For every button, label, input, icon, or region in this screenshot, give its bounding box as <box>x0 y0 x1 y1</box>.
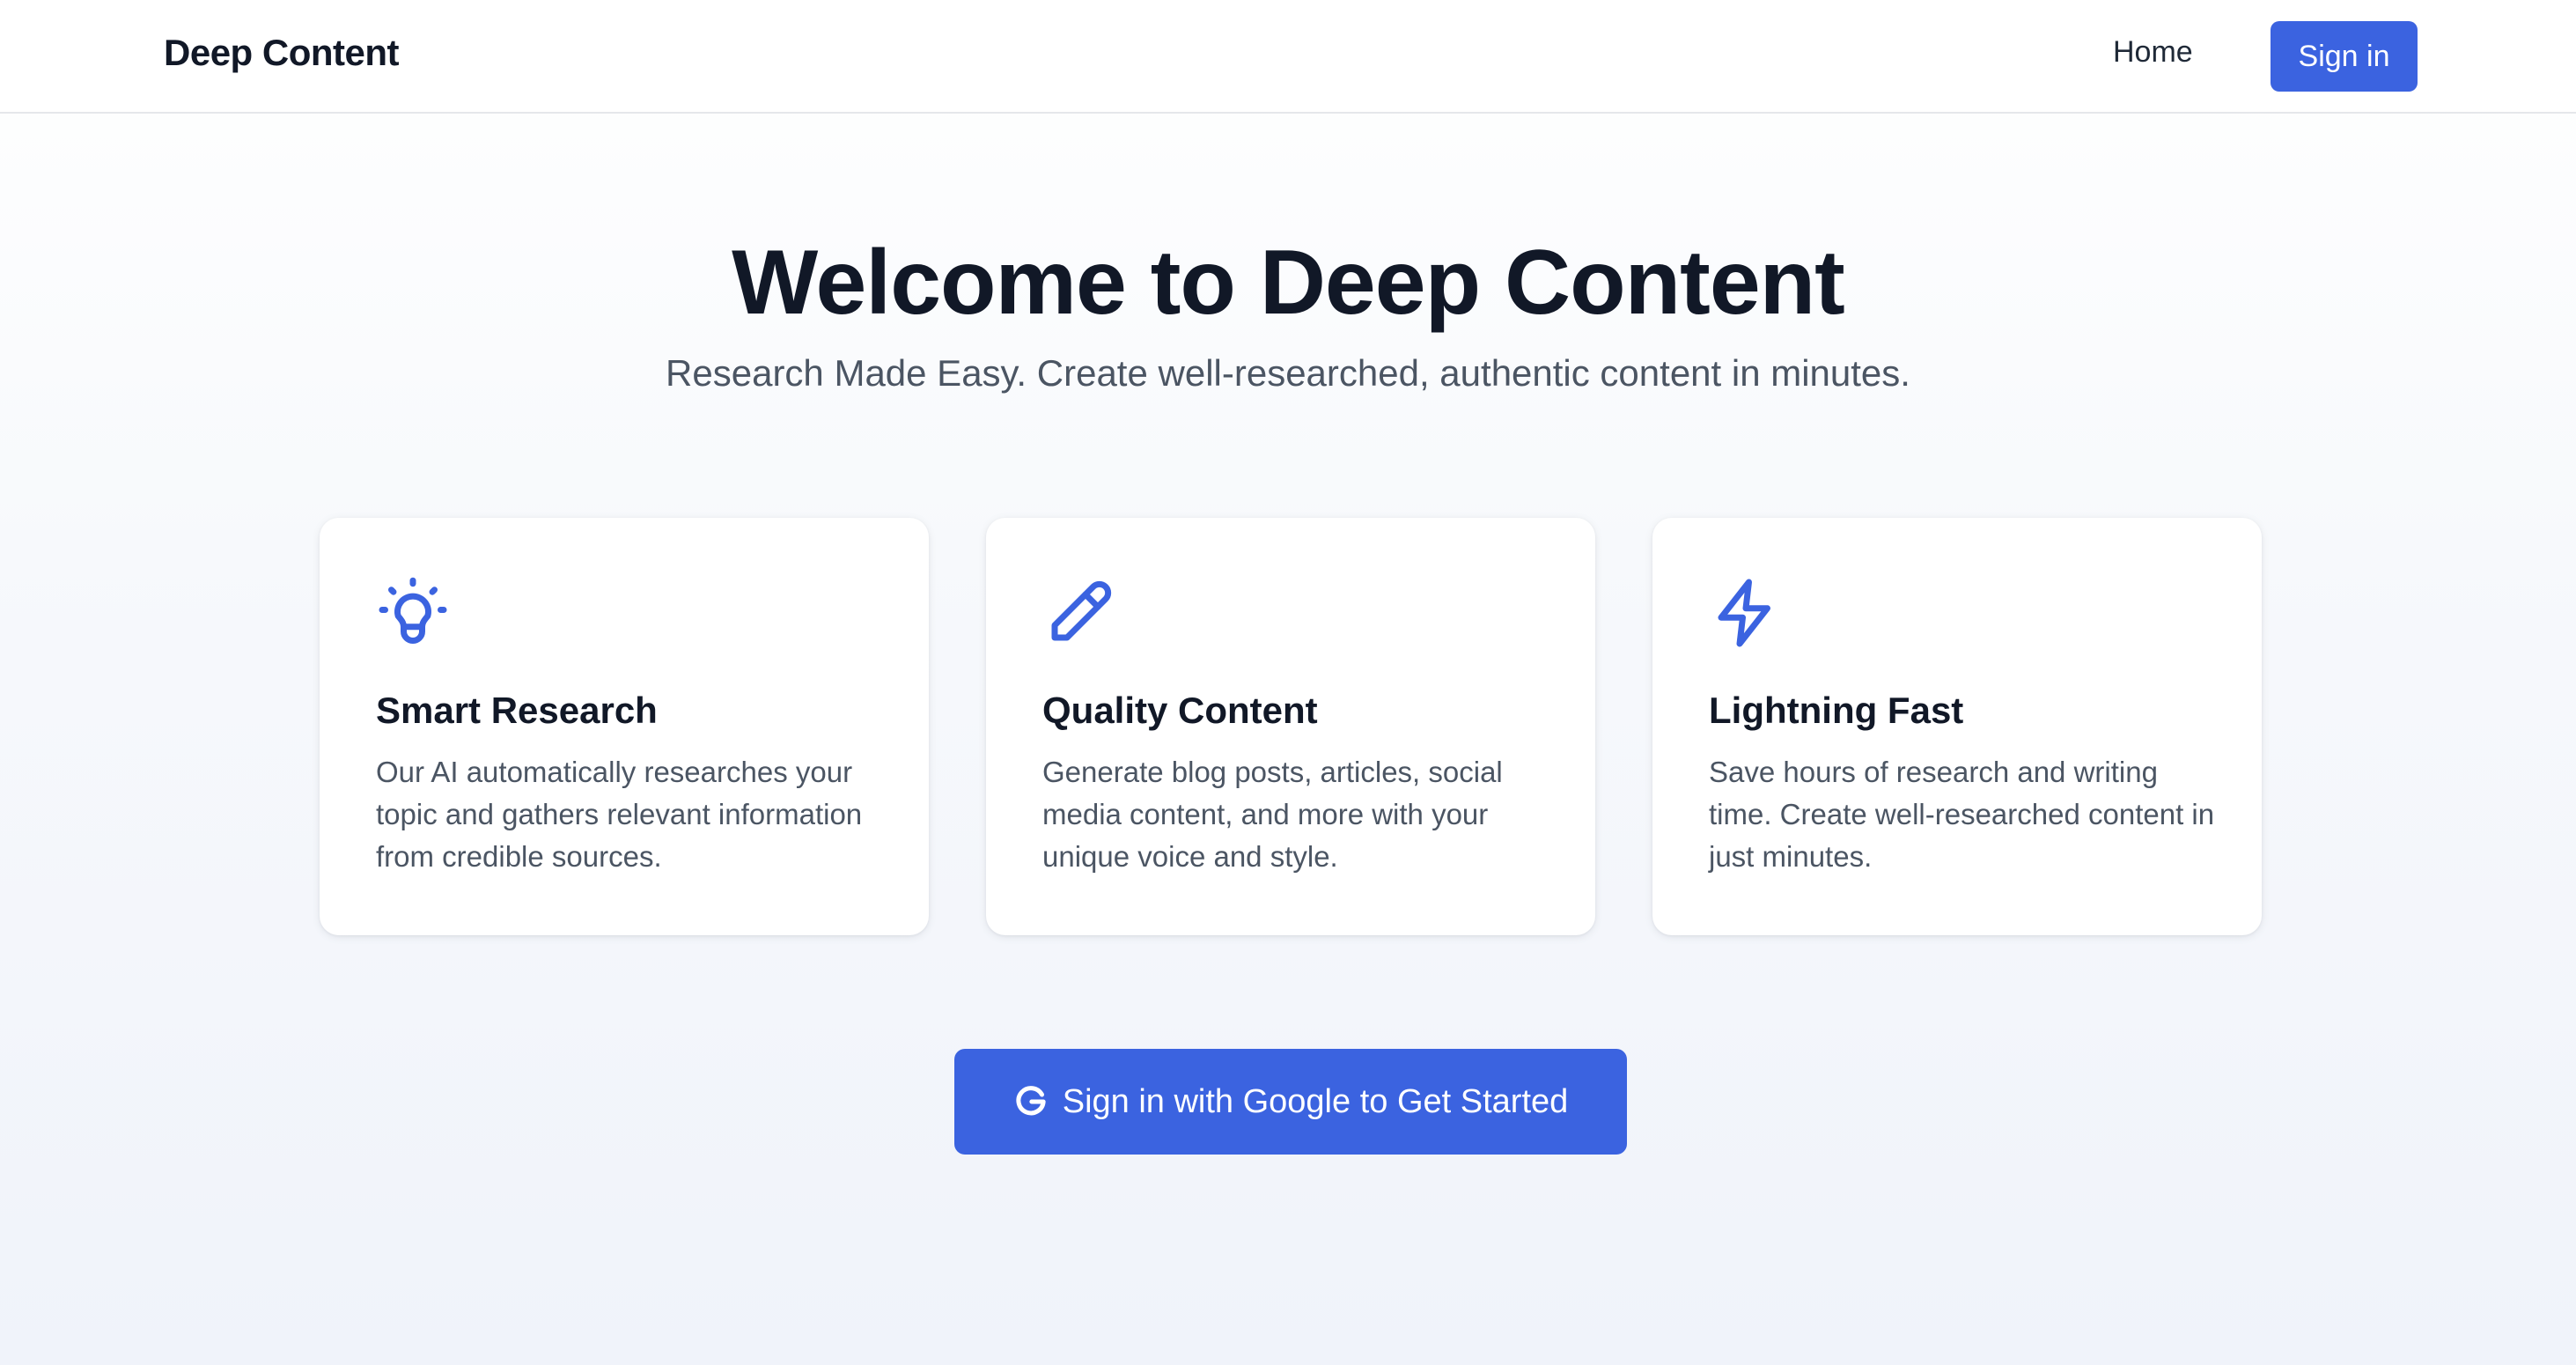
google-signin-label: Sign in with Google to Get Started <box>1062 1082 1569 1120</box>
top-navbar: Deep Content Home Sign in <box>0 0 2576 114</box>
google-icon <box>1013 1084 1049 1119</box>
google-signin-button[interactable]: Sign in with Google to Get Started <box>954 1049 1627 1155</box>
feature-card-smart-research: Smart Research Our AI automatically rese… <box>320 518 929 935</box>
feature-description: Generate blog posts, articles, social me… <box>1042 756 1503 873</box>
feature-title: Quality Content <box>1042 690 1318 731</box>
lightbulb-icon <box>376 576 450 650</box>
hero-subtitle: Research Made Easy. Create well-research… <box>666 352 1910 394</box>
nav-home-link[interactable]: Home <box>2113 35 2193 70</box>
feature-description: Our AI automatically researches your top… <box>376 756 863 873</box>
feature-title: Smart Research <box>376 690 658 731</box>
feature-card-quality-content: Quality Content Generate blog posts, art… <box>986 518 1595 935</box>
lightning-icon <box>1709 576 1783 650</box>
feature-card-lightning-fast: Lightning Fast Save hours of research an… <box>1652 518 2262 935</box>
feature-description: Save hours of research and writing time.… <box>1709 756 2215 873</box>
feature-title: Lightning Fast <box>1709 690 1964 731</box>
pencil-icon <box>1042 576 1116 650</box>
nav-signin-button[interactable]: Sign in <box>2271 21 2418 92</box>
hero-title: Welcome to Deep Content <box>732 232 1845 334</box>
brand-logo-text[interactable]: Deep Content <box>164 32 400 74</box>
